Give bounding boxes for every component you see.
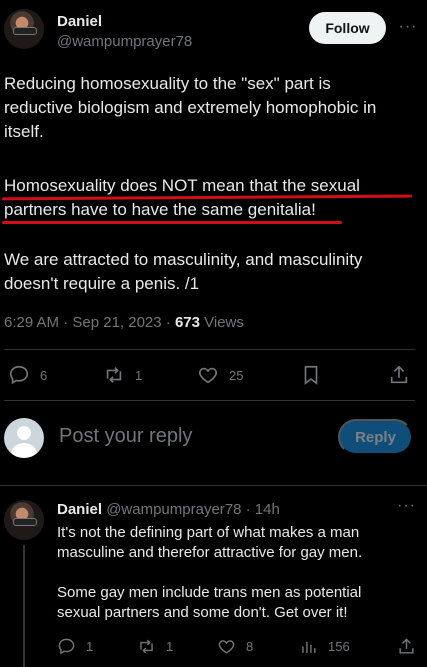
- retweet-icon: [106, 367, 122, 383]
- reply-body: Some gay men include trans men as potent…: [57, 583, 417, 623]
- follow-button[interactable]: Follow: [309, 12, 386, 44]
- reply-action[interactable]: 1: [57, 637, 93, 656]
- tweet-text-line: itself.: [4, 122, 44, 141]
- tweet-body: Reducing homosexuality to the "sex" part…: [4, 72, 419, 144]
- share-action[interactable]: [388, 364, 410, 386]
- more-options-icon[interactable]: ···: [397, 16, 419, 38]
- bookmark-icon: [304, 365, 318, 385]
- tweet-header: Daniel @wampumprayer78 Follow ···: [0, 0, 427, 60]
- views-action[interactable]: 156: [299, 637, 350, 656]
- reply-count: 1: [86, 639, 94, 654]
- tweet-text-line: We are attracted to masculinity, and mas…: [4, 250, 363, 269]
- like-count: 8: [246, 639, 254, 654]
- divider: [4, 349, 415, 350]
- reply-text-line: sexual partners and some don't. Get over…: [57, 604, 348, 621]
- views-icon: [302, 641, 316, 653]
- avatar[interactable]: [4, 9, 44, 49]
- retweet-count: 1: [166, 639, 174, 654]
- reply-icon: [58, 638, 75, 655]
- reply-text-line: It's not the defining part of what makes…: [57, 524, 360, 541]
- like-action[interactable]: 25: [197, 364, 243, 386]
- divider: [4, 400, 415, 401]
- like-icon: [218, 640, 235, 654]
- retweet-icon: [140, 639, 153, 654]
- tweet-metadata: 6:29 AM · Sep 21, 2023 · 673 Views: [4, 314, 244, 331]
- like-icon: [199, 367, 217, 384]
- reply-time[interactable]: · 14h: [241, 501, 280, 518]
- tweet-text-line: Reducing homosexuality to the "sex" part…: [4, 74, 331, 93]
- views-count: 156: [328, 639, 350, 654]
- retweet-action[interactable]: 1: [103, 364, 142, 386]
- author-handle[interactable]: @wampumprayer78: [106, 501, 241, 518]
- tweet-text-line: doesn't require a penis. /1: [4, 274, 200, 293]
- divider: [0, 485, 427, 486]
- tweet-text-line: reductive biologism and extremely homoph…: [4, 98, 377, 117]
- red-underline-annotation: [2, 221, 342, 224]
- more-options-icon[interactable]: ···: [397, 497, 416, 515]
- reply-header: Daniel @wampumprayer78 · 14h: [57, 501, 280, 518]
- views-count: 673: [174, 314, 200, 331]
- tweet-paragraph: We are attracted to masculinity, and mas…: [4, 248, 419, 296]
- bookmark-action[interactable]: [300, 364, 322, 386]
- share-icon: [390, 365, 408, 384]
- author-handle[interactable]: @wampumprayer78: [57, 33, 192, 50]
- share-icon: [399, 638, 414, 654]
- reply-icon: [9, 365, 29, 385]
- timestamp[interactable]: 6:29 AM · Sep 21, 2023 ·: [4, 314, 175, 331]
- like-action[interactable]: 8: [217, 637, 253, 656]
- reply-button[interactable]: Reply: [338, 419, 413, 455]
- reply-action[interactable]: 6: [8, 364, 47, 386]
- reply-body: It's not the defining part of what makes…: [57, 523, 417, 563]
- reply-text-line: Some gay men include trans men as potent…: [57, 584, 362, 601]
- user-avatar: [4, 418, 44, 458]
- views-label: Views: [199, 314, 244, 331]
- retweet-action[interactable]: 1: [137, 637, 173, 656]
- reply-text-line: masculine and therefor attractive for ga…: [57, 544, 363, 561]
- like-count: 25: [229, 367, 244, 383]
- avatar[interactable]: [4, 500, 44, 540]
- author-name[interactable]: Daniel: [57, 501, 102, 518]
- retweet-count: 1: [135, 367, 143, 383]
- thread-line: [23, 545, 25, 667]
- tweet-text-line: partners have to have the same genitalia…: [4, 200, 316, 219]
- share-action[interactable]: [397, 637, 416, 656]
- author-name[interactable]: Daniel: [57, 13, 102, 30]
- reply-input[interactable]: Post your reply: [59, 425, 192, 448]
- reply-count: 6: [40, 367, 48, 383]
